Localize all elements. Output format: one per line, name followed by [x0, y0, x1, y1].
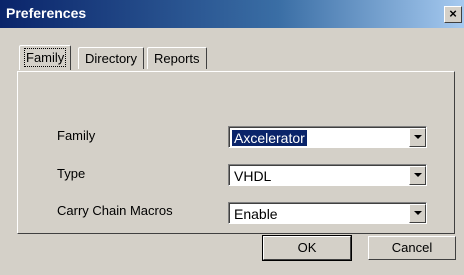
tab-directory-label: Directory — [85, 51, 138, 66]
ok-button-label: OK — [297, 240, 317, 255]
chevron-down-icon — [414, 173, 422, 177]
cancel-button-label: Cancel — [391, 240, 433, 255]
family-label: Family — [57, 128, 96, 143]
carry-chain-macros-select-value: Enable — [234, 206, 278, 222]
family-dropdown-button[interactable] — [409, 128, 426, 147]
tab-family[interactable]: Family — [19, 45, 72, 70]
chevron-down-icon — [414, 135, 422, 139]
cancel-button[interactable]: Cancel — [368, 236, 456, 260]
tab-reports[interactable]: Reports — [147, 47, 207, 69]
close-icon: × — [449, 6, 457, 21]
tab-family-label: Family — [23, 48, 67, 67]
title-bar[interactable]: Preferences × — [0, 0, 464, 28]
tab-panel-family: Family Axcelerator Type VHDL Carry Chain… — [17, 71, 455, 234]
ok-button[interactable]: OK — [262, 235, 352, 261]
tab-directory[interactable]: Directory — [78, 47, 145, 69]
family-select-value: Axcelerator — [232, 130, 307, 146]
close-button[interactable]: × — [444, 6, 462, 23]
type-select-value: VHDL — [234, 168, 272, 184]
type-dropdown-button[interactable] — [409, 166, 426, 185]
carry-chain-macros-dropdown-button[interactable] — [409, 204, 426, 223]
chevron-down-icon — [414, 211, 422, 215]
window-title: Preferences — [6, 5, 87, 21]
family-select[interactable]: Axcelerator — [228, 126, 427, 148]
type-label: Type — [57, 166, 86, 181]
type-select[interactable]: VHDL — [228, 164, 427, 186]
carry-chain-macros-label: Carry Chain Macros — [57, 203, 173, 218]
tab-reports-label: Reports — [154, 51, 200, 66]
carry-chain-macros-select[interactable]: Enable — [228, 202, 427, 224]
